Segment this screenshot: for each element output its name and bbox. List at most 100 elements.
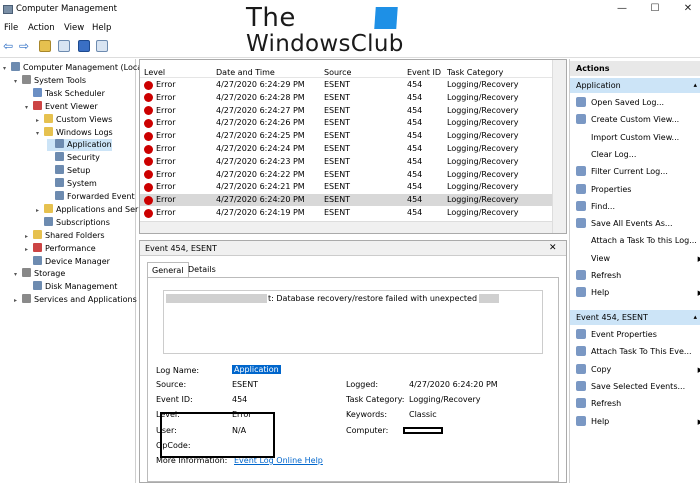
- log-icon: [55, 178, 64, 188]
- table-row[interactable]: Error 4/27/2020 6:24:28 PM ESENT 454 Logging…: [140, 92, 552, 104]
- action-import-custom-view[interactable]: Import Custom View...: [576, 132, 700, 144]
- expand-chevron-icon[interactable]: ▾: [14, 269, 22, 281]
- table-row[interactable]: Error 4/27/2020 6:24:20 PM ESENT 454 Logging…: [140, 194, 552, 207]
- folder-up-icon[interactable]: [39, 40, 51, 52]
- log-name-value[interactable]: Application: [232, 365, 281, 374]
- action-filter-current-log[interactable]: Filter Current Log...: [576, 166, 700, 178]
- maximize-button[interactable]: ☐: [649, 3, 661, 15]
- tree-item-windows-logs[interactable]: ▾ Windows Logs: [36, 126, 113, 140]
- show-action-pane-icon[interactable]: [96, 40, 108, 52]
- help-icon[interactable]: [78, 40, 90, 52]
- menu-file[interactable]: File: [4, 23, 18, 33]
- action-open-saved-log[interactable]: Open Saved Log...: [576, 97, 700, 109]
- minimize-button[interactable]: —: [616, 3, 628, 15]
- close-detail-icon[interactable]: ✕: [549, 243, 557, 253]
- action-refresh[interactable]: Refresh: [576, 270, 700, 282]
- event-detail-title: Event 454, ESENT: [145, 244, 217, 253]
- tree-item-storage[interactable]: ▾ Storage: [14, 268, 65, 280]
- storage-icon: [22, 268, 31, 278]
- event-action-copy[interactable]: Copy▶: [576, 363, 700, 376]
- tree-item-setup[interactable]: Setup: [47, 165, 90, 177]
- table-row[interactable]: Error 4/27/2020 6:24:26 PM ESENT 454 Logging…: [140, 117, 552, 129]
- open-log-icon: [576, 97, 586, 107]
- tree-item-disk-management[interactable]: Disk Management: [25, 281, 117, 293]
- tree-item-security[interactable]: Security: [47, 152, 100, 164]
- tree-item-custom-views[interactable]: ▸ Custom Views: [36, 113, 112, 127]
- expand-chevron-icon[interactable]: ▸: [36, 115, 44, 127]
- event-action-attach-task-to-this-eve[interactable]: Attach Task To This Eve...: [576, 346, 700, 358]
- logged-label: Logged:: [346, 380, 379, 389]
- expand-chevron-icon[interactable]: ▸: [25, 231, 33, 243]
- expand-chevron-icon[interactable]: ▾: [14, 76, 22, 88]
- table-row[interactable]: Error 4/27/2020 6:24:19 PM ESENT 454 Logging…: [140, 207, 552, 219]
- tab-details[interactable]: Details: [184, 262, 220, 278]
- expand-chevron-icon[interactable]: ▸: [25, 244, 33, 256]
- tree-item-device-manager[interactable]: Device Manager: [25, 255, 110, 268]
- tree-item-system-tools[interactable]: ▾ System Tools: [14, 74, 87, 88]
- action-attach-a-task-to-this-log[interactable]: Attach a Task To this Log...: [576, 235, 700, 247]
- collapse-icon[interactable]: ▴: [693, 78, 697, 93]
- tree-item-shared-folders[interactable]: ▸ Shared Folders: [25, 229, 105, 243]
- tab-general[interactable]: General: [147, 262, 189, 278]
- tree-item-event-viewer[interactable]: ▾ Event Viewer: [25, 100, 98, 114]
- table-row[interactable]: Error 4/27/2020 6:24:24 PM ESENT 454 Logging…: [140, 143, 552, 155]
- action-label: View: [591, 253, 610, 263]
- action-save-all-events-as[interactable]: Save All Events As...: [576, 218, 700, 230]
- action-view[interactable]: View▶: [576, 253, 700, 265]
- menu-action[interactable]: Action: [28, 23, 55, 33]
- action-label: Event Properties: [591, 330, 657, 339]
- event-action-help[interactable]: Help▶: [576, 415, 700, 428]
- action-help[interactable]: Help▶: [576, 287, 700, 299]
- vertical-scrollbar[interactable]: [552, 60, 566, 233]
- highlight-box: [160, 412, 275, 458]
- table-row[interactable]: Error 4/27/2020 6:24:27 PM ESENT 454 Logging…: [140, 105, 552, 117]
- cell-task-category: Logging/Recovery: [447, 195, 519, 205]
- tree-item-performance[interactable]: ▸ Performance: [25, 242, 96, 256]
- tree-item-task-scheduler[interactable]: Task Scheduler: [25, 87, 105, 100]
- show-hide-tree-icon[interactable]: [58, 40, 70, 52]
- collapse-icon[interactable]: ▴: [693, 310, 697, 325]
- action-create-custom-view[interactable]: Create Custom View...: [576, 114, 700, 126]
- actions-section-application[interactable]: Application ▴: [570, 78, 700, 93]
- tree-item-subscriptions[interactable]: Subscriptions: [36, 216, 110, 229]
- menu-view[interactable]: View: [64, 23, 84, 33]
- table-row[interactable]: Error 4/27/2020 6:24:29 PM ESENT 454 Logging…: [140, 79, 552, 91]
- tree-item-label: System: [67, 179, 97, 189]
- tree-item-computer-management-local[interactable]: ▾ Computer Management (Local): [3, 62, 148, 74]
- tree-item-applications-and-ser[interactable]: ▸ Applications and Ser: [36, 203, 138, 217]
- table-row[interactable]: Error 4/27/2020 6:24:21 PM ESENT 454 Logging…: [140, 181, 552, 193]
- event-action-event-properties[interactable]: Event Properties: [576, 329, 700, 341]
- expand-chevron-icon[interactable]: ▸: [36, 205, 44, 217]
- event-action-save-selected-events[interactable]: Save Selected Events...: [576, 380, 700, 393]
- expand-chevron-icon[interactable]: ▾: [3, 63, 11, 75]
- column-event-id[interactable]: Event ID: [407, 68, 441, 77]
- column-date-time[interactable]: Date and Time: [216, 68, 275, 77]
- tree-item-system[interactable]: System: [47, 178, 97, 190]
- table-row[interactable]: Error 4/27/2020 6:24:25 PM ESENT 454 Logging…: [140, 130, 552, 142]
- table-row[interactable]: Error 4/27/2020 6:24:22 PM ESENT 454 Logging…: [140, 169, 552, 181]
- event-action-refresh[interactable]: Refresh: [576, 398, 700, 410]
- tree-item-application[interactable]: Application: [47, 139, 112, 152]
- expand-chevron-icon[interactable]: ▾: [36, 128, 44, 140]
- cell-event-id: 454: [407, 195, 423, 205]
- forward-arrow-icon[interactable]: ⇨: [19, 40, 31, 52]
- blank-icon: [576, 132, 586, 142]
- action-properties[interactable]: Properties: [576, 183, 700, 196]
- expand-chevron-icon[interactable]: ▾: [25, 102, 33, 114]
- menu-help[interactable]: Help: [92, 23, 111, 33]
- horizontal-scrollbar[interactable]: [140, 221, 552, 233]
- table-row[interactable]: Error 4/27/2020 6:24:23 PM ESENT 454 Logging…: [140, 156, 552, 168]
- column-level[interactable]: Level: [144, 68, 165, 77]
- tree-item-forwarded-event[interactable]: Forwarded Event: [47, 191, 135, 203]
- actions-section-event[interactable]: Event 454, ESENT ▴: [570, 310, 700, 325]
- expand-chevron-icon[interactable]: ▸: [14, 295, 22, 307]
- column-task-category[interactable]: Task Category: [447, 68, 503, 77]
- action-find[interactable]: Find...: [576, 200, 700, 213]
- column-source[interactable]: Source: [324, 68, 351, 77]
- action-clear-log[interactable]: Clear Log...: [576, 149, 700, 161]
- close-button[interactable]: ✕: [682, 3, 694, 15]
- tree-item-services-and-applications[interactable]: ▸ Services and Applications: [14, 294, 137, 306]
- back-arrow-icon[interactable]: ⇦: [3, 40, 15, 52]
- cell-date-time: 4/27/2020 6:24:19 PM: [216, 208, 305, 217]
- tree-item-label: System Tools: [34, 75, 87, 85]
